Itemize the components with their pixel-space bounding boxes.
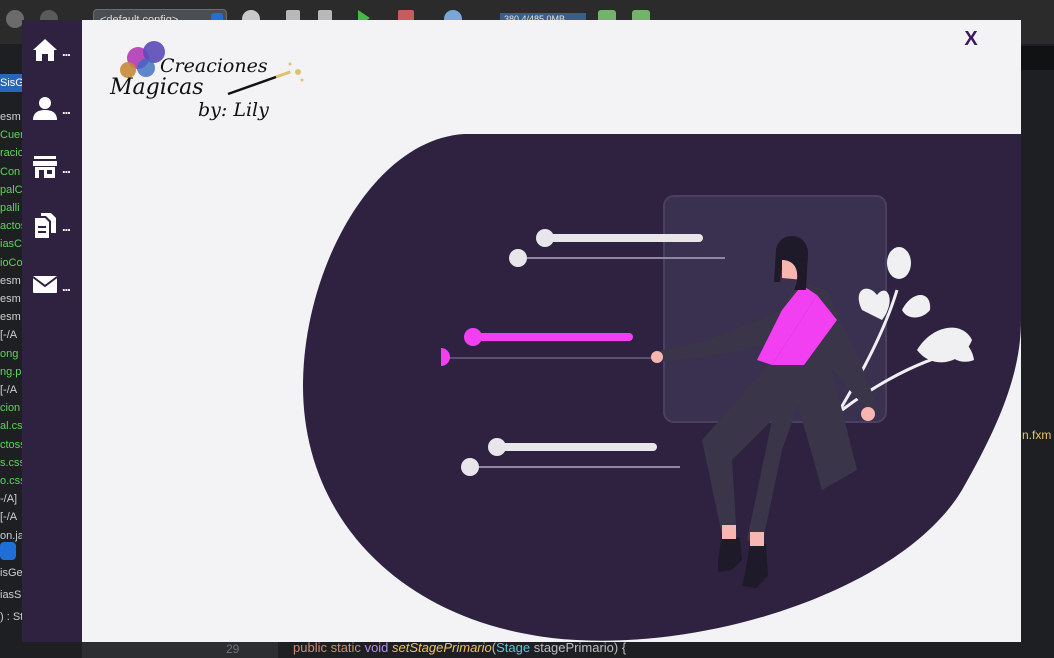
mail-icon: [32, 276, 58, 293]
project-tree-item[interactable]: ioCo: [0, 254, 22, 272]
project-tree-item[interactable]: iasC: [0, 235, 22, 253]
project-tree-item[interactable]: [-/A: [0, 326, 22, 344]
project-tree-item[interactable]: al.cs: [0, 417, 22, 435]
documents-icon: [35, 213, 56, 238]
sidebar-item-more: ...: [62, 102, 71, 117]
navigator-item[interactable]: iasSi: [0, 584, 22, 606]
project-tree-item[interactable]: ctoss: [0, 436, 22, 454]
project-tree-item[interactable]: Cuen: [0, 126, 22, 144]
sidebar-item-more: ...: [62, 279, 71, 294]
navigator-item[interactable]: isGe: [0, 562, 22, 584]
project-tree: esmCuenracioConpalCpalliactosiasCioCoesm…: [0, 108, 22, 548]
user-icon: [33, 97, 57, 120]
brand-logo: Creaciones Magicas by: Lily: [109, 41, 304, 121]
sparkle-icon: [295, 69, 301, 75]
project-tree-item[interactable]: palli: [0, 199, 22, 217]
project-tree-item[interactable]: palC: [0, 181, 22, 199]
app-sidebar: ... ... ... ... ...: [22, 20, 82, 642]
code-rest: stagePrimario) {: [530, 640, 627, 655]
sidebar-item-documents[interactable]: ...: [22, 203, 82, 247]
project-tab[interactable]: SisGe: [0, 74, 22, 92]
sidebar-item-more: ...: [62, 219, 71, 234]
line-number: 29: [226, 642, 240, 656]
project-tree-item[interactable]: esm: [0, 272, 22, 290]
editor-right-edge: [1021, 44, 1054, 658]
store-icon: [33, 156, 57, 178]
code-method: setStagePrimario: [392, 640, 492, 655]
project-tree-item[interactable]: ong: [0, 345, 22, 363]
sidebar-item-home[interactable]: ...: [22, 28, 82, 72]
slider-knob: [536, 229, 554, 247]
code-keyword: public: [293, 640, 327, 655]
project-tree-item[interactable]: o.css: [0, 472, 22, 490]
close-button[interactable]: X: [959, 26, 983, 52]
code-keyword: static: [330, 640, 361, 655]
sidebar-item-more: ...: [62, 44, 71, 59]
navigator-item[interactable]: ) : Stag: [0, 606, 22, 628]
navigator-select[interactable]: [0, 542, 16, 560]
slider-knob-active: [464, 328, 482, 346]
slider-knob: [488, 438, 506, 456]
sidebar-item-more: ...: [62, 161, 71, 176]
fxml-filename: n.fxm: [1022, 428, 1052, 442]
slider-knob: [509, 249, 527, 267]
navigator-panel: isGe iasSi ) : Stag: [0, 540, 22, 658]
project-tree-item[interactable]: [-/A: [0, 508, 22, 526]
main-panel: Creaciones Magicas by: Lily X: [82, 20, 1021, 642]
code-keyword: void: [364, 640, 389, 655]
project-tree-item[interactable]: Con: [0, 163, 22, 181]
slider-knob: [461, 458, 479, 476]
editor-tab-edge[interactable]: [1021, 46, 1054, 70]
logo-line-1: Creaciones: [160, 55, 268, 77]
project-tree-item[interactable]: esm: [0, 308, 22, 326]
code-line[interactable]: public static void setStagePrimario(Stag…: [293, 640, 626, 655]
project-tree-item[interactable]: -/A]: [0, 490, 22, 508]
project-tree-item[interactable]: [-/A: [0, 381, 22, 399]
project-tree-item[interactable]: esm: [0, 108, 22, 126]
project-tree-item[interactable]: ng.p: [0, 363, 22, 381]
sidebar-item-user[interactable]: ...: [22, 86, 82, 130]
project-tree-item[interactable]: esm: [0, 290, 22, 308]
logo-line-2: Magicas: [109, 75, 204, 100]
code-type: Stage: [496, 640, 531, 655]
illustration-blob: [303, 134, 1021, 641]
home-icon: [33, 39, 57, 61]
sidebar-item-mail[interactable]: ...: [22, 263, 82, 307]
project-tree-item[interactable]: actos: [0, 217, 22, 235]
project-tree-item[interactable]: cion: [0, 399, 22, 417]
editor-gutter: [82, 642, 278, 658]
logo-line-3: by: Lily: [198, 99, 269, 121]
sidebar-item-store[interactable]: ...: [22, 145, 82, 189]
project-tree-item[interactable]: s.css: [0, 454, 22, 472]
project-tree-item[interactable]: racio: [0, 144, 22, 162]
